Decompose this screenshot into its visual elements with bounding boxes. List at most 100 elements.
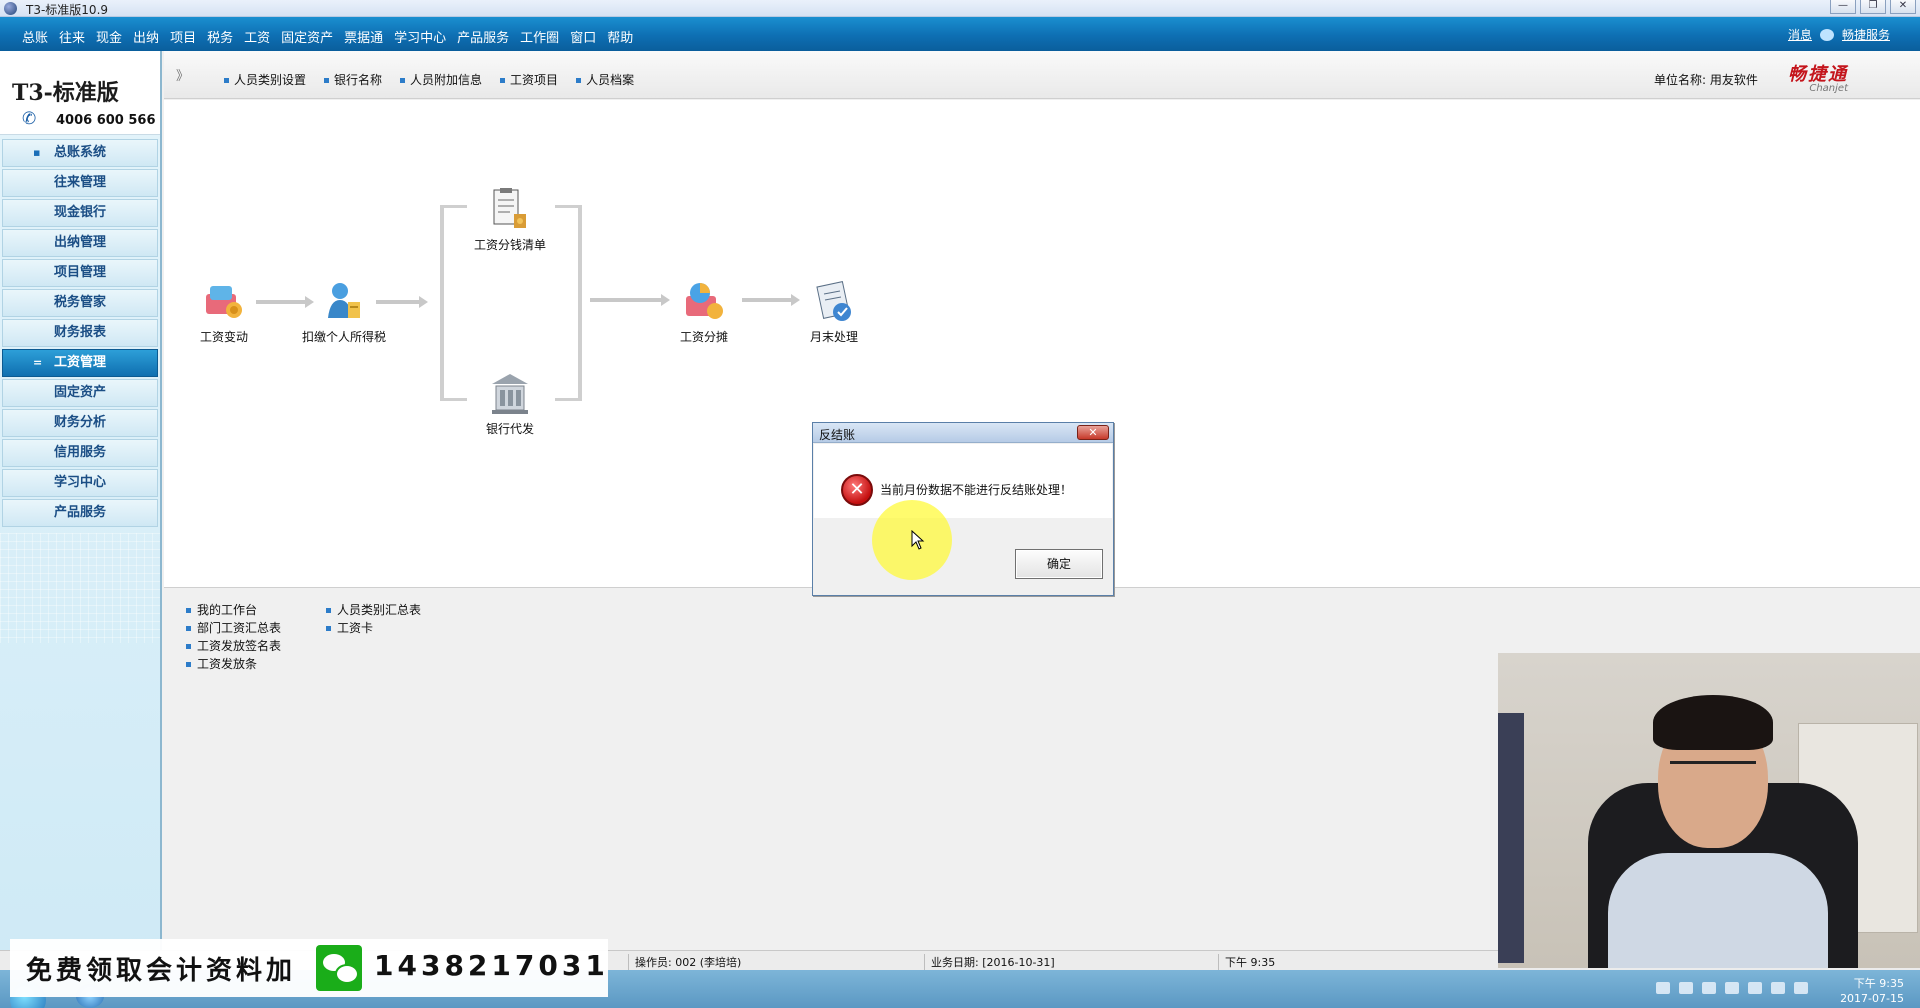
hotline: 4006 600 566 <box>56 113 156 128</box>
sidebar-item-credit[interactable]: 信用服务 <box>2 439 158 467</box>
volume-icon[interactable] <box>1794 982 1808 994</box>
sidebar-pattern <box>0 533 160 643</box>
link-staff-category[interactable]: 人员类别设置 <box>224 71 306 88</box>
menu-item-cash[interactable]: 现金 <box>96 27 122 46</box>
link-wage-slip[interactable]: 工资发放条 <box>186 655 281 673</box>
node-wage-change[interactable]: 工资变动 <box>174 280 274 345</box>
link-bank-name[interactable]: 银行名称 <box>324 71 382 88</box>
sidebar-item-reports[interactable]: 财务报表 <box>2 319 158 347</box>
link-my-workbench[interactable]: 我的工作台 <box>186 601 281 619</box>
system-tray <box>1656 982 1808 994</box>
unclose-account-dialog: 反结账 ✕ ✕ 当前月份数据不能进行反结账处理！ 确定 <box>812 422 1114 596</box>
node-bank-payment[interactable]: 银行代发 <box>460 372 560 437</box>
app-icon <box>4 2 17 15</box>
menu-right: 消息 畅捷服务 <box>1788 26 1890 43</box>
keyboard-icon[interactable] <box>1656 982 1670 994</box>
menu-item-help[interactable]: 帮助 <box>607 27 633 46</box>
webcam-overlay <box>1498 653 1920 968</box>
flow-arrow <box>590 294 670 306</box>
battery-icon[interactable] <box>1748 982 1762 994</box>
sidebar-item-accounts[interactable]: 往来管理 <box>2 169 158 197</box>
menu-item-project[interactable]: 项目 <box>170 27 196 46</box>
month-end-icon <box>812 280 856 324</box>
node-wage-list[interactable]: 工资分钱清单 <box>460 188 560 253</box>
sidebar: T3-标准版 ✆ 4006 600 566 ▪ 总账系统 往来管理 现金银行 出纳… <box>0 51 162 956</box>
taskbar-clock[interactable]: 下午 9:35 2017-07-15 <box>1840 976 1904 1006</box>
dialog-message: 当前月份数据不能进行反结账处理！ <box>880 483 1073 497</box>
node-income-tax[interactable]: 扣缴个人所得税 <box>294 280 394 345</box>
monitor-icon[interactable] <box>1771 982 1785 994</box>
menu-item-workcircle[interactable]: 工作圈 <box>520 27 559 46</box>
toolbar-links: 人员类别设置 银行名称 人员附加信息 工资项目 人员档案 <box>224 71 634 88</box>
messages-link[interactable]: 消息 <box>1788 26 1812 43</box>
promo-text: 免费领取会计资料加 <box>26 956 297 986</box>
menu-item-ledger[interactable]: 总账 <box>22 27 48 46</box>
person-tax-icon <box>322 280 366 324</box>
link-wage-card[interactable]: 工资卡 <box>326 619 421 637</box>
company-name: 单位名称: 用友软件 <box>1654 73 1758 87</box>
menu-item-learning[interactable]: 学习中心 <box>394 27 446 46</box>
dialog-body: ✕ 当前月份数据不能进行反结账处理！ <box>814 444 1112 518</box>
report-list-2: 人员类别汇总表 工资卡 <box>326 601 421 637</box>
sidebar-item-learning[interactable]: 学习中心 <box>2 469 158 497</box>
module-toolbar: 》 人员类别设置 银行名称 人员附加信息 工资项目 人员档案 单位名称: 用友软… <box>164 51 1920 99</box>
menu-item-tax[interactable]: 税务 <box>207 27 233 46</box>
status-business-date: 业务日期: [2016-10-31] <box>924 954 1055 970</box>
menu-item-window[interactable]: 窗口 <box>570 27 596 46</box>
brand-panel: T3-标准版 ✆ 4006 600 566 <box>0 51 160 135</box>
window-controls: — ❐ ✕ <box>1830 0 1916 14</box>
link-staff-extra-info[interactable]: 人员附加信息 <box>400 71 482 88</box>
close-button[interactable]: ✕ <box>1890 0 1916 14</box>
title-bar: T3-标准版10.9 — ❐ ✕ <box>0 0 1920 17</box>
sidebar-item-analysis[interactable]: 财务分析 <box>2 409 158 437</box>
sidebar-item-cash-bank[interactable]: 现金银行 <box>2 199 158 227</box>
sidebar-item-cashier[interactable]: 出纳管理 <box>2 229 158 257</box>
flag-icon[interactable] <box>1725 982 1739 994</box>
dialog-close-button[interactable]: ✕ <box>1077 425 1109 440</box>
expand-marker-icon: ▪ <box>33 146 41 159</box>
restore-button[interactable]: ❐ <box>1860 0 1886 14</box>
menu-item-bills[interactable]: 票据通 <box>344 27 383 46</box>
dialog-title-bar: 反结账 ✕ <box>813 423 1113 443</box>
node-wage-allocation[interactable]: 工资分摊 <box>654 280 754 345</box>
link-wage-items[interactable]: 工资项目 <box>500 71 558 88</box>
menu-bar: 总账 往来 现金 出纳 项目 税务 工资 固定资产 票据通 学习中心 产品服务 … <box>0 17 1920 51</box>
service-link[interactable]: 畅捷服务 <box>1842 26 1890 43</box>
mouse-pointer-icon <box>911 529 925 553</box>
phone-icon: ✆ <box>22 109 37 129</box>
link-wage-signature-sheet[interactable]: 工资发放签名表 <box>186 637 281 655</box>
link-dept-wage-summary[interactable]: 部门工资汇总表 <box>186 619 281 637</box>
node-month-end[interactable]: 月末处理 <box>784 280 884 345</box>
pen-icon[interactable] <box>1679 982 1693 994</box>
sidebar-nav: ▪ 总账系统 往来管理 现金银行 出纳管理 项目管理 税务管家 财务报表 = 工资管… <box>0 139 160 527</box>
menu-item-accounts[interactable]: 往来 <box>59 27 85 46</box>
menu-item-cashier[interactable]: 出纳 <box>133 27 159 46</box>
network-icon[interactable] <box>1702 982 1716 994</box>
collapse-chevron-icon[interactable]: 》 <box>176 65 189 84</box>
sidebar-item-project[interactable]: 项目管理 <box>2 259 158 287</box>
promo-banner: 免费领取会计资料加 1438217031 <box>10 939 608 997</box>
link-staff-records[interactable]: 人员档案 <box>576 71 634 88</box>
menu-item-products[interactable]: 产品服务 <box>457 27 509 46</box>
link-staff-category-summary[interactable]: 人员类别汇总表 <box>326 601 421 619</box>
brand-logo: T3-标准版 <box>12 80 119 106</box>
menu-item-fixed-assets[interactable]: 固定资产 <box>281 27 333 46</box>
sidebar-item-ledger[interactable]: ▪ 总账系统 <box>2 139 158 167</box>
sidebar-item-fixed-assets[interactable]: 固定资产 <box>2 379 158 407</box>
minimize-button[interactable]: — <box>1830 0 1856 14</box>
wage-allocation-icon <box>682 280 726 324</box>
wage-list-icon <box>488 188 532 232</box>
sidebar-item-products[interactable]: 产品服务 <box>2 499 158 527</box>
ok-button[interactable]: 确定 <box>1015 549 1103 579</box>
menu-item-payroll[interactable]: 工资 <box>244 27 270 46</box>
sidebar-item-payroll[interactable]: = 工资管理 <box>2 349 158 377</box>
dialog-title: 反结账 <box>819 428 856 442</box>
status-time: 下午 9:35 <box>1218 954 1275 970</box>
error-icon: ✕ <box>841 474 873 506</box>
sidebar-item-tax[interactable]: 税务管家 <box>2 289 158 317</box>
main-menu: 总账 往来 现金 出纳 项目 税务 工资 固定资产 票据通 学习中心 产品服务 … <box>22 27 633 46</box>
chat-icon <box>1819 28 1834 41</box>
wage-change-icon <box>202 280 246 324</box>
report-list-1: 我的工作台 部门工资汇总表 工资发放签名表 工资发放条 <box>186 601 281 673</box>
bank-building-icon <box>488 372 532 416</box>
